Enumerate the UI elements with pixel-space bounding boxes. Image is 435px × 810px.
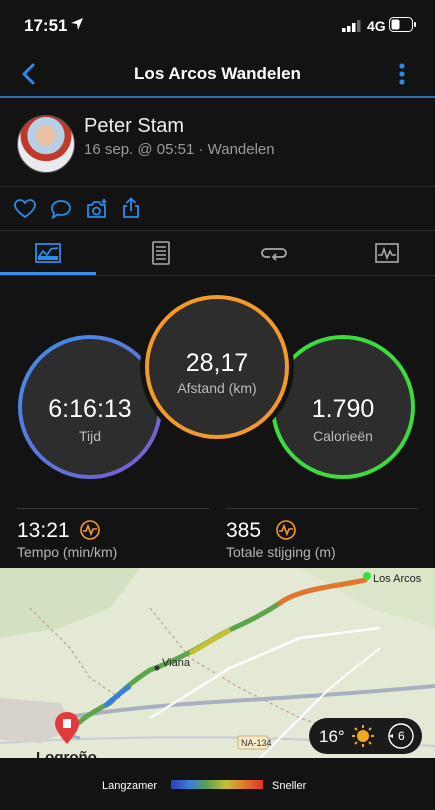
tab-details[interactable]	[152, 241, 170, 265]
map-label-viana: Viana	[162, 657, 191, 669]
legend-faster: Sneller	[272, 780, 307, 792]
page-title: Los Arcos Wandelen	[134, 64, 301, 83]
ascent-chart-icon[interactable]	[276, 520, 296, 540]
more-options-icon[interactable]	[396, 62, 408, 86]
tab-bar	[0, 231, 435, 275]
pace-chart-icon[interactable]	[80, 520, 100, 540]
calories-value: 1.790	[312, 395, 375, 423]
activity-meta: 16 sep. @ 05:51 · Wandelen	[84, 141, 275, 158]
pace-label: Tempo (min/km)	[17, 544, 118, 560]
pace-value: 13:21	[17, 519, 70, 542]
divider	[17, 508, 209, 509]
location-arrow-icon	[71, 18, 83, 30]
tab-laps[interactable]	[261, 244, 287, 262]
legend-slower: Langzamer	[102, 780, 158, 792]
tab-overview[interactable]	[35, 243, 61, 263]
divider	[226, 508, 418, 509]
like-heart-icon[interactable]	[14, 199, 36, 219]
calories-ring: 1.790 Calorieën	[271, 335, 415, 479]
action-bar	[0, 190, 435, 230]
distance-value: 28,17	[186, 349, 249, 377]
road-label: NA-134	[241, 738, 272, 748]
calories-label: Calorieën	[313, 428, 373, 444]
sun-icon	[352, 725, 374, 747]
metrics-rings: 6:16:13 Tijd 1.790 Calorieën 28,17 Afsta…	[18, 290, 415, 479]
speed-legend: Langzamer Sneller	[0, 758, 435, 810]
network-type: 4G	[367, 18, 386, 34]
weather-temp: 16°	[319, 727, 345, 746]
start-marker[interactable]	[363, 572, 371, 580]
user-name[interactable]: Peter Stam	[84, 115, 184, 138]
route-map[interactable]: Viana Los Arcos NA-134 Logroño 16° 6	[0, 568, 435, 758]
distance-ring: 28,17 Afstand (km)	[140, 290, 294, 444]
ascent-label: Totale stijging (m)	[226, 544, 336, 560]
comment-icon[interactable]	[50, 199, 72, 220]
status-time: 17:51	[24, 16, 68, 35]
signal-icon	[342, 20, 361, 32]
divider	[0, 275, 435, 276]
add-photo-icon[interactable]	[85, 198, 109, 220]
ascent-value: 385	[226, 519, 262, 542]
tab-charts[interactable]	[375, 243, 399, 263]
map-label-logrono: Logroño	[36, 749, 97, 758]
battery-icon	[389, 17, 416, 32]
time-value: 6:16:13	[48, 395, 131, 423]
time-ring: 6:16:13 Tijd	[18, 335, 162, 479]
time-label: Tijd	[79, 428, 101, 444]
distance-label: Afstand (km)	[177, 380, 256, 396]
avatar[interactable]	[17, 115, 75, 173]
legend-gradient	[171, 780, 263, 789]
status-bar: 17:51 4G	[0, 0, 435, 50]
weather-widget[interactable]: 16° 6	[309, 718, 422, 754]
divider	[0, 186, 435, 187]
map-label-los-arcos: Los Arcos	[373, 573, 422, 585]
share-icon[interactable]	[122, 197, 140, 219]
wind-speed: 6	[398, 729, 405, 743]
